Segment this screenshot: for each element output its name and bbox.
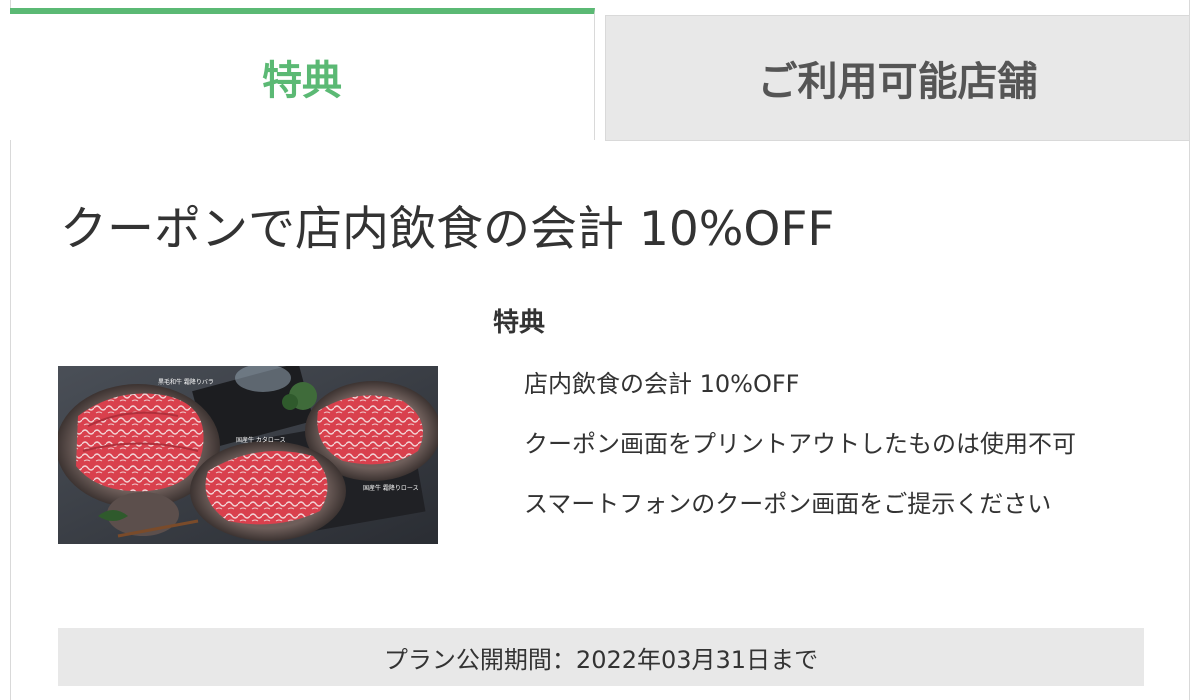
benefit-item: スマートフォンのクーポン画面をご提示ください [524, 490, 1052, 518]
tab-available-stores-label: ご利用可能店舗 [757, 59, 1038, 105]
coupon-title: クーポンで店内飲食の会計 10%OFF [60, 202, 835, 257]
tab-benefits-label: 特典 [262, 58, 342, 104]
plan-period-bar: プラン公開期間：2022年03月31日まで [58, 628, 1144, 686]
tab-benefits[interactable]: 特典 [10, 8, 595, 140]
image-caption-1: 黒毛和牛 霜降りバラ [158, 378, 214, 386]
benefit-item: クーポン画面をプリントアウトしたものは使用不可 [524, 430, 1076, 458]
tab-available-stores[interactable]: ご利用可能店舗 [605, 15, 1190, 141]
image-caption-2: 国産牛 カタロース [236, 436, 286, 444]
benefit-list: 店内飲食の会計 10%OFF クーポン画面をプリントアウトしたものは使用不可 ス… [524, 365, 1076, 545]
product-photo: 黒毛和牛 霜降りバラ 国産牛 カタロース 国産牛 霜降りロース [58, 366, 438, 544]
benefit-item: 店内飲食の会計 10%OFF [524, 370, 800, 398]
image-caption-3: 国産牛 霜降りロース [363, 484, 419, 492]
plan-period-text: プラン公開期間：2022年03月31日まで [383, 645, 819, 674]
benefits-heading: 特典 [493, 308, 546, 338]
